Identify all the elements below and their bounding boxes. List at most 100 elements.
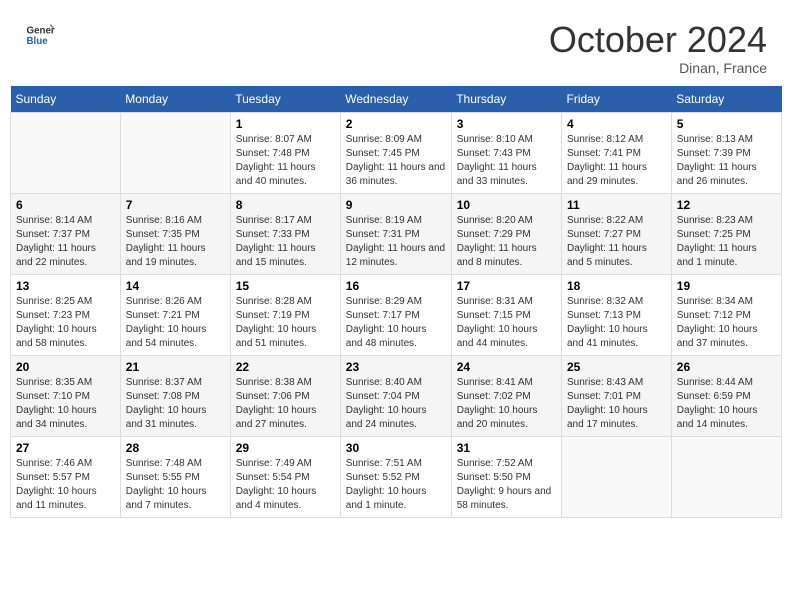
cell-info: Sunrise: 8:17 AM Sunset: 7:33 PM Dayligh…	[236, 214, 335, 270]
calendar-week-1: 1 Sunrise: 8:07 AM Sunset: 7:48 PM Daylig…	[11, 112, 782, 193]
calendar-header-row: Sunday Monday Tuesday Wednesday Thursday…	[11, 86, 782, 113]
cell-info: Sunrise: 8:43 AM Sunset: 7:01 PM Dayligh…	[567, 376, 666, 432]
page-header: General Blue October 2024 Dinan, France	[10, 10, 782, 81]
month-title: October 2024	[549, 20, 767, 60]
day-number: 17	[457, 279, 556, 293]
day-number: 24	[457, 360, 556, 374]
table-row: 27 Sunrise: 7:46 AM Sunset: 5:57 PM Dayli…	[11, 436, 121, 517]
cell-info: Sunrise: 8:38 AM Sunset: 7:06 PM Dayligh…	[236, 376, 335, 432]
header-sunday: Sunday	[11, 86, 121, 113]
cell-info: Sunrise: 7:48 AM Sunset: 5:55 PM Dayligh…	[126, 457, 225, 513]
table-row: 7 Sunrise: 8:16 AM Sunset: 7:35 PM Daylig…	[120, 193, 230, 274]
cell-info: Sunrise: 8:19 AM Sunset: 7:31 PM Dayligh…	[346, 214, 446, 270]
table-row: 12 Sunrise: 8:23 AM Sunset: 7:25 PM Dayli…	[671, 193, 781, 274]
cell-info: Sunrise: 8:34 AM Sunset: 7:12 PM Dayligh…	[677, 295, 776, 351]
cell-info: Sunrise: 8:28 AM Sunset: 7:19 PM Dayligh…	[236, 295, 335, 351]
table-row: 23 Sunrise: 8:40 AM Sunset: 7:04 PM Dayli…	[340, 355, 451, 436]
header-thursday: Thursday	[451, 86, 561, 113]
cell-info: Sunrise: 7:46 AM Sunset: 5:57 PM Dayligh…	[16, 457, 115, 513]
calendar-table: Sunday Monday Tuesday Wednesday Thursday…	[10, 86, 782, 518]
day-number: 23	[346, 360, 446, 374]
location: Dinan, France	[549, 60, 767, 76]
cell-info: Sunrise: 8:44 AM Sunset: 6:59 PM Dayligh…	[677, 376, 776, 432]
day-number: 5	[677, 117, 776, 131]
calendar-week-4: 20 Sunrise: 8:35 AM Sunset: 7:10 PM Dayli…	[11, 355, 782, 436]
logo-icon: General Blue	[25, 20, 55, 50]
cell-info: Sunrise: 8:12 AM Sunset: 7:41 PM Dayligh…	[567, 133, 666, 189]
calendar-week-2: 6 Sunrise: 8:14 AM Sunset: 7:37 PM Daylig…	[11, 193, 782, 274]
cell-info: Sunrise: 8:13 AM Sunset: 7:39 PM Dayligh…	[677, 133, 776, 189]
table-row: 5 Sunrise: 8:13 AM Sunset: 7:39 PM Daylig…	[671, 112, 781, 193]
cell-info: Sunrise: 7:49 AM Sunset: 5:54 PM Dayligh…	[236, 457, 335, 513]
day-number: 8	[236, 198, 335, 212]
day-number: 28	[126, 441, 225, 455]
cell-info: Sunrise: 8:31 AM Sunset: 7:15 PM Dayligh…	[457, 295, 556, 351]
svg-text:General: General	[27, 26, 56, 37]
table-row	[120, 112, 230, 193]
cell-info: Sunrise: 8:10 AM Sunset: 7:43 PM Dayligh…	[457, 133, 556, 189]
table-row: 11Sunrise: 8:22 AM Sunset: 7:27 PM Dayli…	[562, 193, 672, 274]
cell-info: Sunrise: 8:23 AM Sunset: 7:25 PM Dayligh…	[677, 214, 776, 270]
table-row: 15Sunrise: 8:28 AM Sunset: 7:19 PM Dayli…	[230, 274, 340, 355]
table-row: 17 Sunrise: 8:31 AM Sunset: 7:15 PM Dayli…	[451, 274, 561, 355]
day-number: 30	[346, 441, 446, 455]
day-number: 29	[236, 441, 335, 455]
header-wednesday: Wednesday	[340, 86, 451, 113]
day-number: 7	[126, 198, 225, 212]
calendar-week-5: 27 Sunrise: 7:46 AM Sunset: 5:57 PM Dayli…	[11, 436, 782, 517]
day-number: 18	[567, 279, 666, 293]
cell-info: Sunrise: 8:41 AM Sunset: 7:02 PM Dayligh…	[457, 376, 556, 432]
table-row: 3Sunrise: 8:10 AM Sunset: 7:43 PM Daylig…	[451, 112, 561, 193]
title-section: October 2024 Dinan, France	[549, 20, 767, 76]
cell-info: Sunrise: 8:16 AM Sunset: 7:35 PM Dayligh…	[126, 214, 225, 270]
table-row: 24 Sunrise: 8:41 AM Sunset: 7:02 PM Dayli…	[451, 355, 561, 436]
day-number: 21	[126, 360, 225, 374]
cell-info: Sunrise: 8:37 AM Sunset: 7:08 PM Dayligh…	[126, 376, 225, 432]
day-number: 14	[126, 279, 225, 293]
table-row: 26 Sunrise: 8:44 AM Sunset: 6:59 PM Dayli…	[671, 355, 781, 436]
day-number: 6	[16, 198, 115, 212]
cell-info: Sunrise: 7:51 AM Sunset: 5:52 PM Dayligh…	[346, 457, 446, 513]
day-number: 11	[567, 198, 666, 212]
table-row: 9Sunrise: 8:19 AM Sunset: 7:31 PM Daylig…	[340, 193, 451, 274]
cell-info: Sunrise: 8:32 AM Sunset: 7:13 PM Dayligh…	[567, 295, 666, 351]
table-row: 30 Sunrise: 7:51 AM Sunset: 5:52 PM Dayli…	[340, 436, 451, 517]
table-row: 19Sunrise: 8:34 AM Sunset: 7:12 PM Dayli…	[671, 274, 781, 355]
svg-text:Blue: Blue	[27, 36, 49, 47]
table-row: 25 Sunrise: 8:43 AM Sunset: 7:01 PM Dayli…	[562, 355, 672, 436]
calendar-week-3: 13Sunrise: 8:25 AM Sunset: 7:23 PM Dayli…	[11, 274, 782, 355]
day-number: 20	[16, 360, 115, 374]
table-row	[562, 436, 672, 517]
table-row: 1 Sunrise: 8:07 AM Sunset: 7:48 PM Daylig…	[230, 112, 340, 193]
cell-info: Sunrise: 8:26 AM Sunset: 7:21 PM Dayligh…	[126, 295, 225, 351]
day-number: 27	[16, 441, 115, 455]
cell-info: Sunrise: 8:14 AM Sunset: 7:37 PM Dayligh…	[16, 214, 115, 270]
header-friday: Friday	[562, 86, 672, 113]
cell-info: Sunrise: 7:52 AM Sunset: 5:50 PM Dayligh…	[457, 457, 556, 513]
day-number: 26	[677, 360, 776, 374]
day-number: 13	[16, 279, 115, 293]
table-row: 4 Sunrise: 8:12 AM Sunset: 7:41 PM Daylig…	[562, 112, 672, 193]
cell-info: Sunrise: 8:40 AM Sunset: 7:04 PM Dayligh…	[346, 376, 446, 432]
cell-info: Sunrise: 8:29 AM Sunset: 7:17 PM Dayligh…	[346, 295, 446, 351]
table-row: 13Sunrise: 8:25 AM Sunset: 7:23 PM Dayli…	[11, 274, 121, 355]
table-row: 29 Sunrise: 7:49 AM Sunset: 5:54 PM Dayli…	[230, 436, 340, 517]
table-row: 28 Sunrise: 7:48 AM Sunset: 5:55 PM Dayli…	[120, 436, 230, 517]
day-number: 2	[346, 117, 446, 131]
day-number: 1	[236, 117, 335, 131]
day-number: 25	[567, 360, 666, 374]
table-row: 31 Sunrise: 7:52 AM Sunset: 5:50 PM Dayli…	[451, 436, 561, 517]
table-row	[671, 436, 781, 517]
header-tuesday: Tuesday	[230, 86, 340, 113]
day-number: 16	[346, 279, 446, 293]
table-row: 16 Sunrise: 8:29 AM Sunset: 7:17 PM Dayli…	[340, 274, 451, 355]
table-row: 6 Sunrise: 8:14 AM Sunset: 7:37 PM Daylig…	[11, 193, 121, 274]
cell-info: Sunrise: 8:07 AM Sunset: 7:48 PM Dayligh…	[236, 133, 335, 189]
day-number: 4	[567, 117, 666, 131]
day-number: 31	[457, 441, 556, 455]
cell-info: Sunrise: 8:35 AM Sunset: 7:10 PM Dayligh…	[16, 376, 115, 432]
table-row: 20 Sunrise: 8:35 AM Sunset: 7:10 PM Dayli…	[11, 355, 121, 436]
cell-info: Sunrise: 8:20 AM Sunset: 7:29 PM Dayligh…	[457, 214, 556, 270]
day-number: 12	[677, 198, 776, 212]
table-row: 21 Sunrise: 8:37 AM Sunset: 7:08 PM Dayli…	[120, 355, 230, 436]
